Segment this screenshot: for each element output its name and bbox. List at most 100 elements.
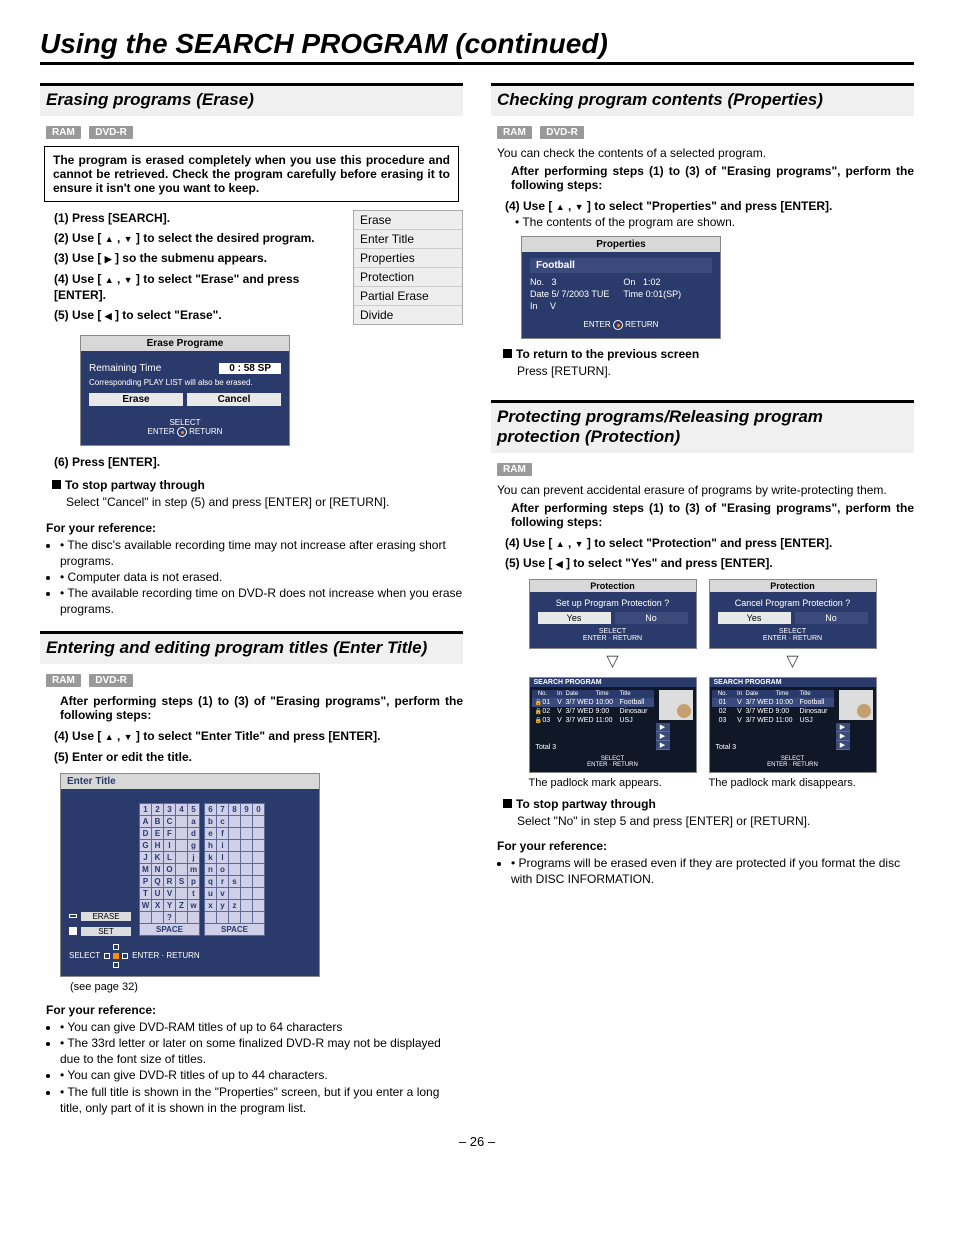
osd-title: Erase Programe xyxy=(81,336,289,351)
osd-no-button: No xyxy=(795,612,868,624)
ref-item: Programs will be erased even if they are… xyxy=(511,855,914,887)
badge-ram: RAM xyxy=(497,126,532,139)
menu-item: Partial Erase xyxy=(354,287,462,306)
erase-warning: The program is erased completely when yo… xyxy=(44,146,459,202)
title-ref-heading: For your reference: xyxy=(46,1003,463,1017)
menu-item: Properties xyxy=(354,249,462,268)
up-icon xyxy=(105,729,114,743)
down-icon xyxy=(124,272,133,286)
ref-item: The full title is shown in the "Properti… xyxy=(60,1084,463,1116)
up-icon xyxy=(556,199,565,213)
osd-yes-button: Yes xyxy=(718,612,791,624)
erase-step-5: (5) Use [ ] to select "Erase". xyxy=(54,307,335,323)
erase-step-1: (1) Press [SEARCH]. xyxy=(54,210,335,226)
ref-item: The disc's available recording time may … xyxy=(60,537,463,569)
prot-step-5: (5) Use [ ] to select "Yes" and press [E… xyxy=(505,555,914,571)
prot-ref-heading: For your reference: xyxy=(497,839,914,853)
prot-stop-heading: To stop partway through xyxy=(503,797,914,811)
page-title: Using the SEARCH PROGRAM (continued) xyxy=(40,28,914,65)
osd-protection-cancel: Protection Cancel Program Protection ? Y… xyxy=(709,579,877,649)
osd-properties: Properties Football No. 3 Date 5/ 7/2003… xyxy=(521,236,721,339)
erase-ref-heading: For your reference: xyxy=(46,521,463,535)
down-icon xyxy=(575,536,584,550)
submenu-list: Erase Enter Title Properties Protection … xyxy=(353,210,463,325)
down-arrow-icon: ▽ xyxy=(529,651,697,671)
osd-erase-label: ERASE xyxy=(81,912,131,921)
down-icon xyxy=(575,199,584,213)
section-properties-heading: Checking program contents (Properties) xyxy=(491,83,914,116)
char-grid: 12345ABCaDEFdGHIgJKLjMNOmPQRSpTUVtWXYZw?… xyxy=(139,803,265,936)
section-protection-heading: Protecting programs/Releasing program pr… xyxy=(491,400,914,453)
ref-item: The available recording time on DVD-R do… xyxy=(60,585,463,617)
osd-prop-name: Football xyxy=(530,258,712,273)
right-icon xyxy=(105,251,112,265)
osd-no-button: No xyxy=(615,612,688,624)
menu-item: Divide xyxy=(354,306,462,324)
badge-ram: RAM xyxy=(46,674,81,687)
prop-intro-steps: After performing steps (1) to (3) of "Er… xyxy=(491,164,914,192)
caption-padlock-disappears: The padlock mark disappears. xyxy=(709,777,877,789)
down-icon xyxy=(124,231,133,245)
osd-erase-button: Erase xyxy=(89,393,183,406)
erase-stop-text: Select "Cancel" in step (5) and press [E… xyxy=(40,494,463,510)
osd-prop-title: Properties xyxy=(522,237,720,252)
left-icon xyxy=(556,556,563,570)
prot-stop-text: Select "No" in step 5 and press [ENTER] … xyxy=(491,813,914,829)
osd-note: Corresponding PLAY LIST will also be era… xyxy=(89,378,281,387)
badge-dvdr: DVD-R xyxy=(540,126,584,139)
prot-intro-steps: After performing steps (1) to (3) of "Er… xyxy=(491,501,914,529)
ref-item: You can give DVD-R titles of up to 44 ch… xyxy=(60,1067,463,1083)
dpad-icon xyxy=(104,944,128,968)
osd-search-program: SEARCH PROGRAM No.InDateTimeTitle 01V3/7… xyxy=(709,677,877,773)
right-column: Checking program contents (Properties) R… xyxy=(491,83,914,1116)
remaining-time-value: 0 : 58 SP xyxy=(219,363,281,374)
badge-dvdr: DVD-R xyxy=(89,674,133,687)
osd-yes-button: Yes xyxy=(538,612,611,624)
down-icon xyxy=(124,729,133,743)
title-step-5: (5) Enter or edit the title. xyxy=(54,749,463,765)
title-step-4: (4) Use [ , ] to select "Enter Title" an… xyxy=(54,728,463,744)
badge-ram: RAM xyxy=(497,463,532,476)
erase-step-2: (2) Use [ , ] to select the desired prog… xyxy=(54,230,335,246)
down-arrow-icon: ▽ xyxy=(709,651,877,671)
stop-icon xyxy=(69,927,77,935)
erase-stop-heading: To stop partway through xyxy=(52,478,463,492)
osd-cancel-button: Cancel xyxy=(187,393,281,406)
erase-step-6: (6) Press [ENTER]. xyxy=(54,454,463,470)
erase-step-4: (4) Use [ , ] to select "Erase" and pres… xyxy=(54,271,335,303)
title-intro: After performing steps (1) to (3) of "Er… xyxy=(40,694,463,722)
remaining-time-label: Remaining Time xyxy=(89,363,161,374)
menu-item: Erase xyxy=(354,211,462,230)
osd-title-header: Enter Title xyxy=(61,774,319,789)
section-title-heading: Entering and editing program titles (Ent… xyxy=(40,631,463,664)
section-erase-heading: Erasing programs (Erase) xyxy=(40,83,463,116)
menu-item: Protection xyxy=(354,268,462,287)
left-column: Erasing programs (Erase) RAM DVD-R The p… xyxy=(40,83,463,1116)
osd-set-label: SET xyxy=(81,927,131,936)
osd-select-label: SELECT xyxy=(69,951,100,960)
osd-search-program: SEARCH PROGRAM No.InDateTimeTitle 01V3/7… xyxy=(529,677,697,773)
menu-item: Enter Title xyxy=(354,230,462,249)
pause-icon xyxy=(69,914,77,918)
ref-item: The 33rd letter or later on some finaliz… xyxy=(60,1035,463,1067)
prop-return-heading: To return to the previous screen xyxy=(503,347,914,361)
see-page-ref: (see page 32) xyxy=(70,981,463,993)
left-icon xyxy=(105,308,112,322)
badge-dvdr: DVD-R xyxy=(89,126,133,139)
prot-step-4: (4) Use [ , ] to select "Protection" and… xyxy=(505,535,914,551)
up-icon xyxy=(105,231,114,245)
osd-enter-title: Enter Title ERASE SET 12345ABCaDEFdGHIgJ… xyxy=(60,773,320,977)
badge-ram: RAM xyxy=(46,126,81,139)
prop-return-text: Press [RETURN]. xyxy=(491,363,914,379)
osd-protection-setup: Protection Set up Program Protection ? Y… xyxy=(529,579,697,649)
page-number: – 26 – xyxy=(40,1134,914,1149)
ref-item: Computer data is not erased. xyxy=(60,569,463,585)
erase-step-3: (3) Use [ ] so the submenu appears. xyxy=(54,250,335,266)
prop-step-4: (4) Use [ , ] to select "Properties" and… xyxy=(505,198,914,230)
caption-padlock-appears: The padlock mark appears. xyxy=(529,777,697,789)
up-icon xyxy=(556,536,565,550)
joystick-icon xyxy=(613,320,623,330)
up-icon xyxy=(105,272,114,286)
prot-intro: You can prevent accidental erasure of pr… xyxy=(491,483,914,497)
prop-step-4-sub: • The contents of the program are shown. xyxy=(515,214,914,230)
